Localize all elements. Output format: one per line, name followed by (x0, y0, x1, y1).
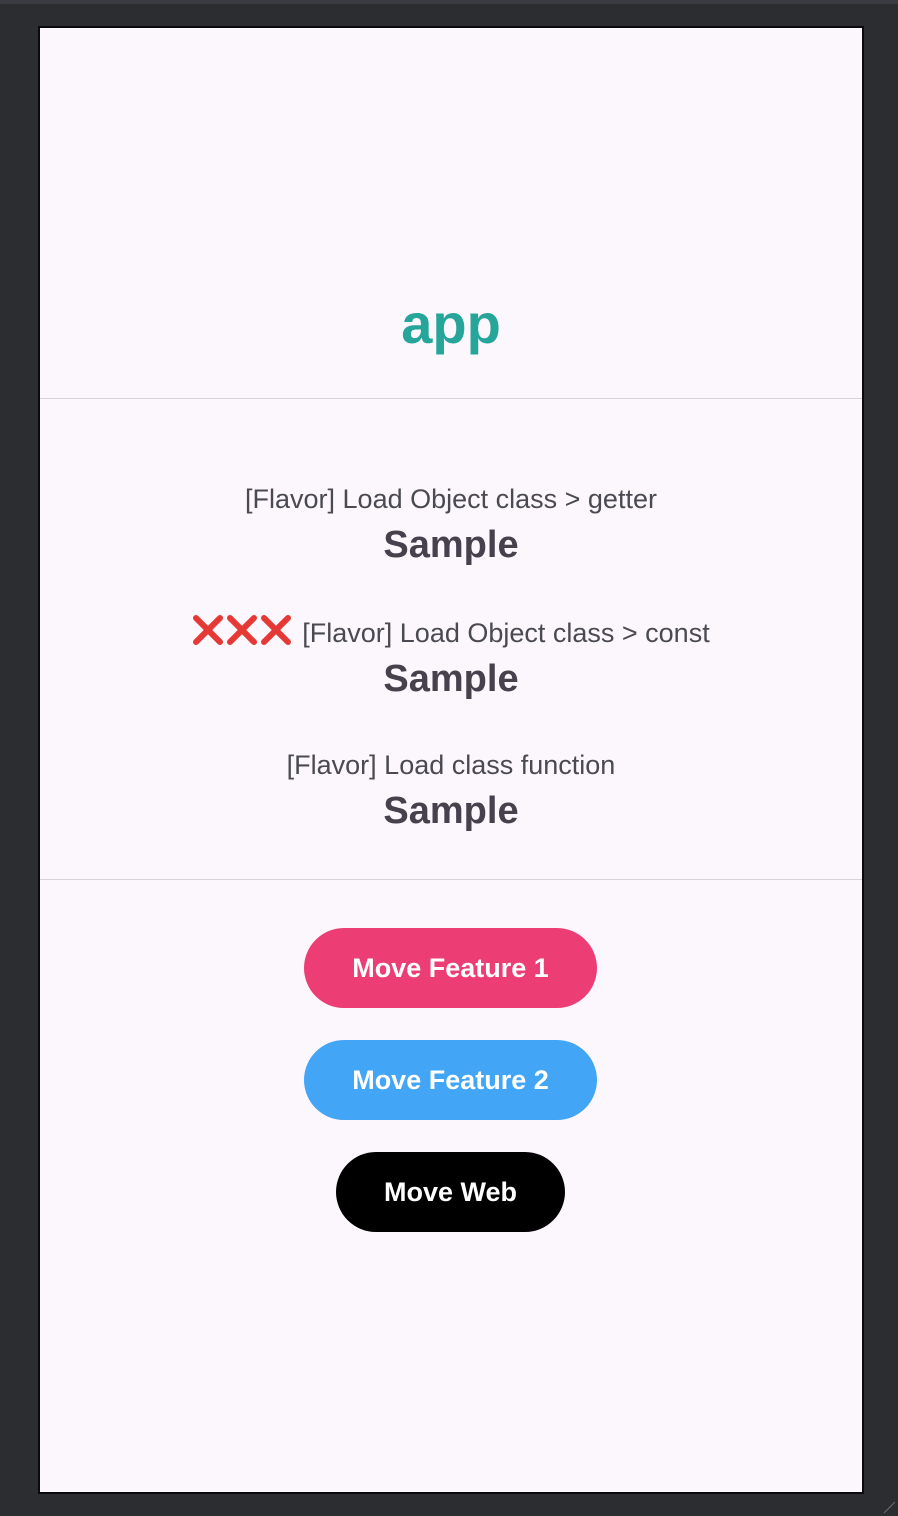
move-feature-2-button[interactable]: Move Feature 2 (304, 1040, 597, 1120)
move-feature-1-button[interactable]: Move Feature 1 (304, 928, 597, 1008)
flavor-const-item: [Flavor] Load Object class > const Sampl… (40, 615, 862, 703)
divider-bottom (40, 879, 862, 880)
app-screen: app [Flavor] Load Object class > getter … (38, 26, 864, 1494)
window-top-bar (0, 0, 898, 4)
flavor-getter-value: Sample (383, 524, 519, 566)
red-cross-icon (192, 615, 294, 645)
resize-grip-icon[interactable] (882, 1500, 896, 1514)
flavor-getter-item: [Flavor] Load Object class > getter Samp… (40, 482, 862, 569)
flavor-const-value: Sample (383, 658, 519, 700)
divider-top (40, 398, 862, 399)
flavor-function-value: Sample (383, 790, 519, 832)
move-web-button[interactable]: Move Web (336, 1152, 565, 1232)
flavor-const-label: [Flavor] Load Object class > const (302, 618, 710, 648)
app-title: app (401, 292, 501, 355)
flavor-const-label-row: [Flavor] Load Object class > const (40, 615, 862, 650)
flavor-function-label: [Flavor] Load class function (286, 750, 616, 780)
flavor-getter-label: [Flavor] Load Object class > getter (245, 484, 657, 514)
flavor-function-item: [Flavor] Load class function Sample (40, 748, 862, 835)
